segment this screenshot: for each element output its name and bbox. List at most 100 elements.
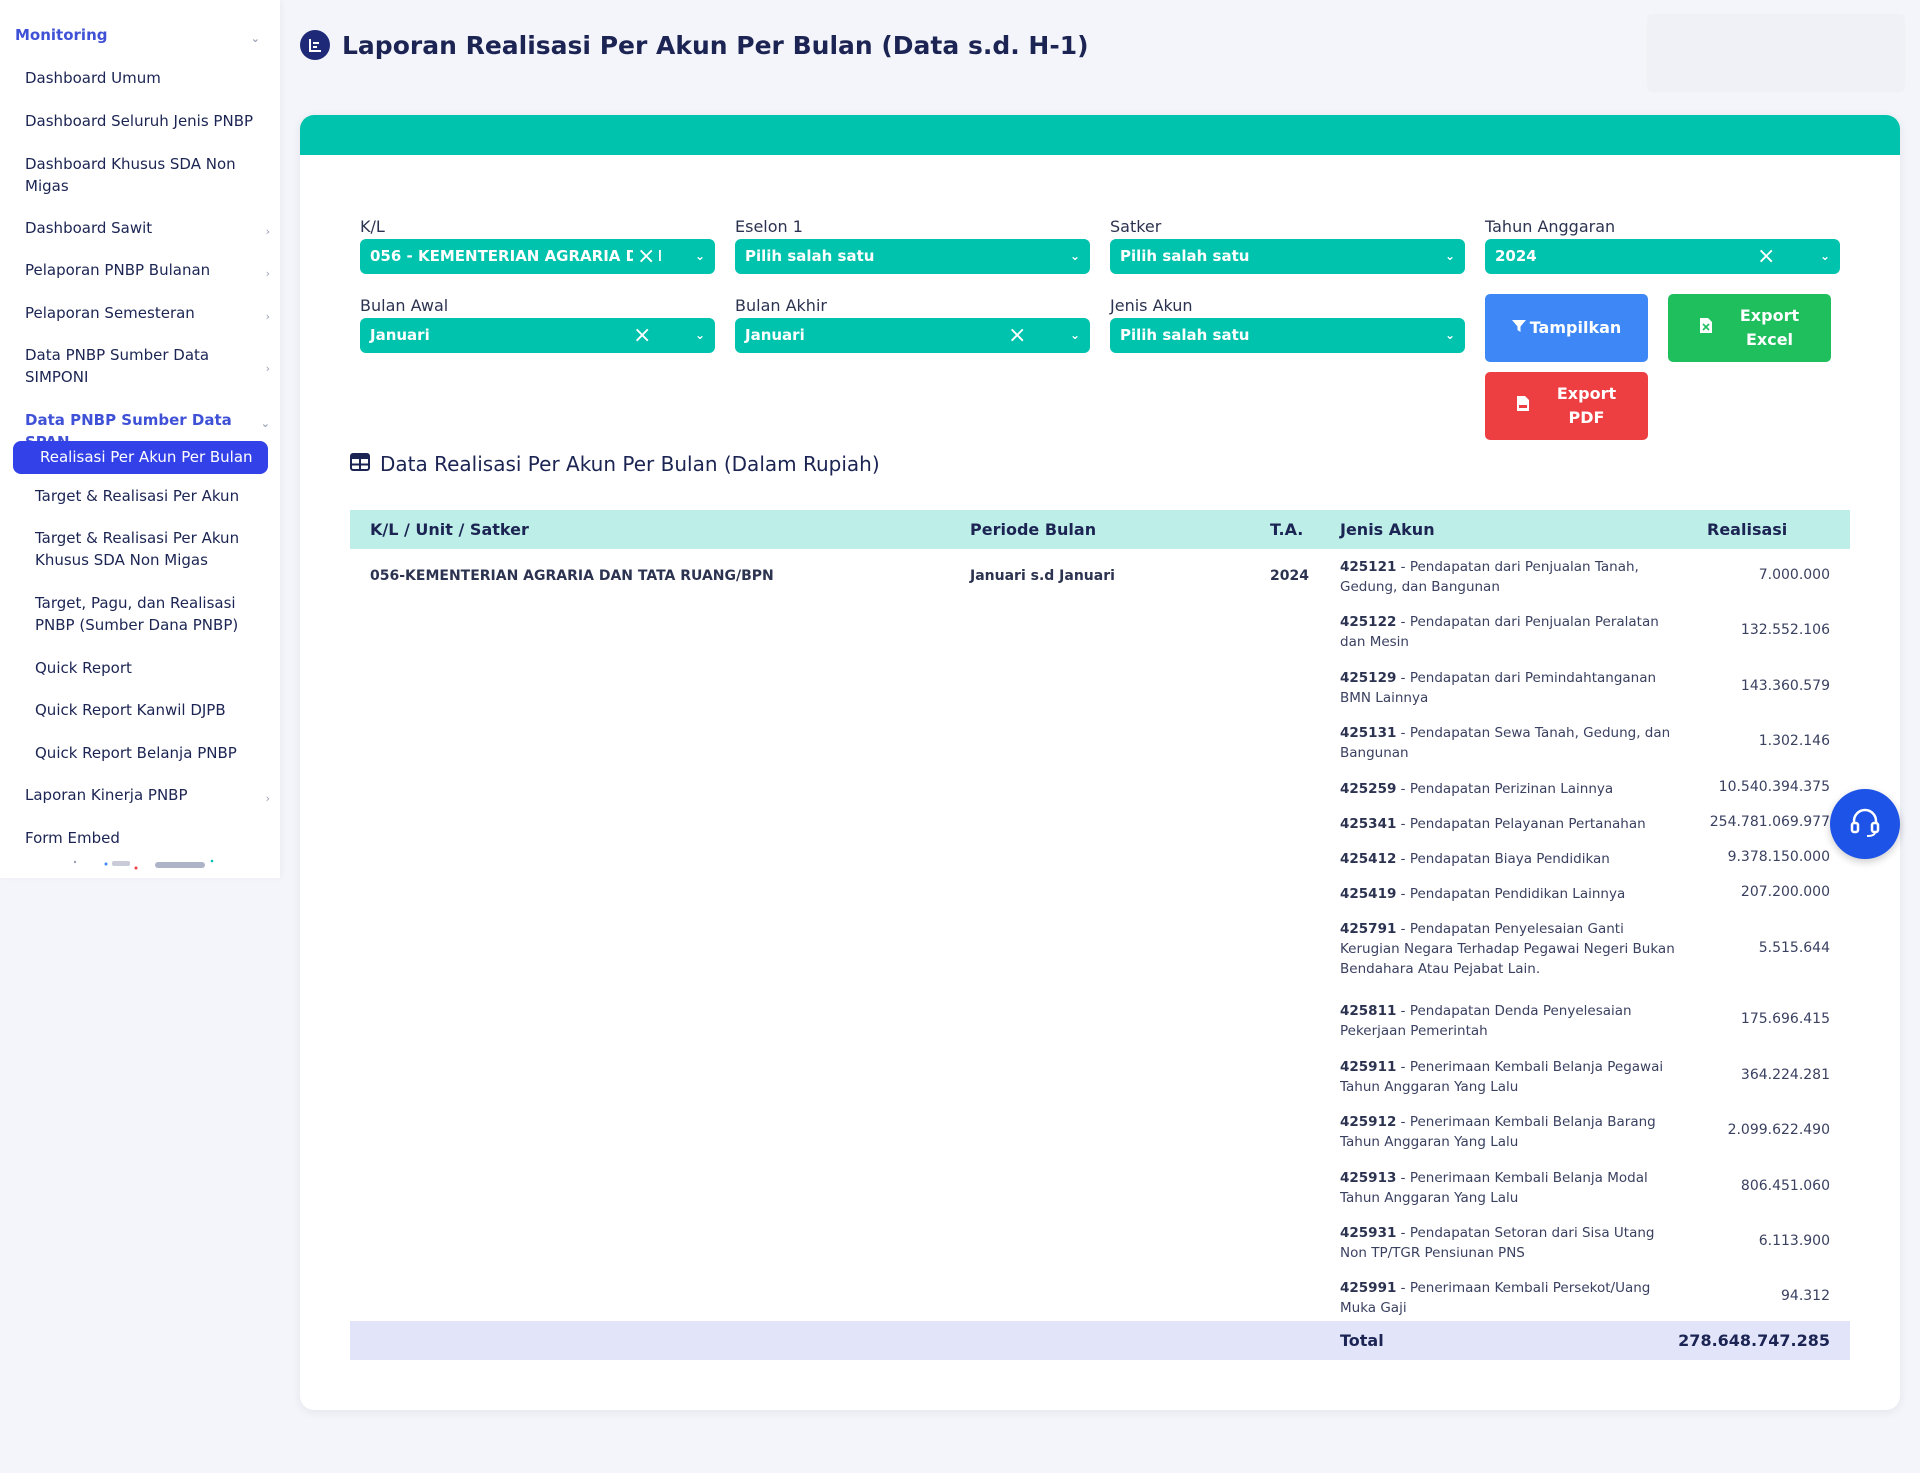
sidebar-item-dashboard-umum[interactable]: Dashboard Umum [25,67,270,89]
akun-code: 425931 [1340,1225,1397,1241]
sidebar-item-simponi[interactable]: Data PNBP Sumber Data SIMPONI › [25,344,270,388]
card-header-band [300,115,1900,155]
export-pdf-label: Export PDF [1556,384,1617,427]
akun-name: - Pendapatan Biaya Pendidikan [1396,851,1610,867]
cell-jenis-akun: 425791 - Pendapatan Penyelesaian Ganti K… [1340,919,1675,979]
cell-realisasi: 806.451.060 [1740,1178,1830,1194]
cell-realisasi: 207.200.000 [1740,884,1830,900]
sidebar-item-label: Quick Report Belanja PNBP [35,744,237,762]
export-pdf-button[interactable]: Export PDF [1485,372,1648,440]
chevron-right-icon: › [265,267,270,280]
chevron-down-icon: ⌄ [260,417,270,430]
report-icon [300,30,330,60]
akun-code: 425419 [1340,886,1397,902]
cell-ta: 2024 [1270,568,1309,584]
tampilkan-label: Tampilkan [1529,318,1622,337]
sidebar-subitem-quick-report[interactable]: Quick Report [35,657,270,679]
chevron-down-icon: ⌄ [250,32,260,45]
akun-code: 425131 [1340,725,1397,741]
tahun-select[interactable]: 2024 × ⌄ [1485,239,1840,274]
th-realisasi: Realisasi [1707,520,1788,539]
filter-icon [1511,316,1526,340]
decoration-illustration [73,859,214,870]
table-section-title: Data Realisasi Per Akun Per Bulan (Dalam… [350,452,880,476]
user-panel[interactable] [1648,14,1904,90]
akun-code: 425911 [1340,1059,1397,1075]
akun-name: - Pendapatan Perizinan Lainnya [1396,781,1614,797]
akun-name: - Pendapatan Pelayanan Pertanahan [1396,816,1646,832]
sidebar-item-label: Dashboard Khusus SDA Non Migas [25,155,236,195]
sidebar-item-label: Quick Report [35,659,132,677]
akun-code: 425913 [1340,1170,1397,1186]
cell-realisasi: 7.000.000 [1758,567,1830,583]
sidebar-item-label: Dashboard Sawit [25,219,153,237]
cell-realisasi: 175.696.415 [1740,1011,1830,1027]
sidebar-item-dashboard-sawit[interactable]: Dashboard Sawit › [25,217,270,239]
sidebar-item-pelaporan-semesteran[interactable]: Pelaporan Semesteran › [25,302,270,324]
akun-code: 425412 [1340,851,1397,867]
sidebar-subitem-quick-report-belanja[interactable]: Quick Report Belanja PNBP [35,742,270,764]
export-excel-button[interactable]: Export Excel [1668,294,1831,362]
cell-jenis-akun: 425811 - Pendapatan Denda Penyelesaian P… [1340,1001,1675,1041]
bulan-awal-select[interactable]: Januari × ⌄ [360,318,715,353]
cell-jenis-akun: 425912 - Penerimaan Kembali Belanja Bara… [1340,1112,1675,1152]
sidebar-subitem-target-sda[interactable]: Target & Realisasi Per Akun Khusus SDA N… [35,527,250,571]
jenis-akun-value: Pilih salah satu [1120,326,1250,344]
th-akun: Jenis Akun [1340,520,1435,539]
akun-code: 425122 [1340,614,1397,630]
chevron-down-icon: ⌄ [1069,249,1080,263]
pdf-icon [1516,394,1529,418]
cell-jenis-akun: 425129 - Pendapatan dari Pemindahtangana… [1340,668,1675,708]
close-icon[interactable]: × [633,318,651,353]
kl-label: K/L [360,217,385,236]
sidebar-item-laporan-kinerja[interactable]: Laporan Kinerja PNBP › [25,784,270,806]
close-icon[interactable]: × [1757,239,1775,274]
eselon-select[interactable]: Pilih salah satu ⌄ [735,239,1090,274]
support-button[interactable] [1830,789,1900,859]
cell-jenis-akun: 425259 - Pendapatan Perizinan Lainnya [1340,779,1675,799]
cell-realisasi: 364.224.281 [1740,1067,1830,1083]
sidebar-item-label: Target & Realisasi Per Akun Khusus SDA N… [35,529,240,569]
sidebar-item-label: Dashboard Seluruh Jenis PNBP [25,112,254,130]
chevron-right-icon: › [265,310,270,323]
sidebar-section-monitoring[interactable]: Monitoring ⌄ [15,24,260,46]
cell-jenis-akun: 425419 - Pendapatan Pendidikan Lainnya [1340,884,1675,904]
sidebar-item-form-embed[interactable]: Form Embed [25,827,270,849]
close-icon[interactable]: × [633,239,660,274]
tahun-value: 2024 [1495,247,1537,265]
sidebar-item-label: Realisasi Per Akun Per Bulan [40,448,253,466]
akun-code: 425341 [1340,816,1397,832]
close-icon[interactable]: × [1008,318,1026,353]
table-icon [350,452,370,476]
tampilkan-button[interactable]: Tampilkan [1485,294,1648,362]
sidebar-subitem-target-pagu[interactable]: Target, Pagu, dan Realisasi PNBP (Sumber… [35,592,270,636]
sidebar-item-dashboard-seluruh[interactable]: Dashboard Seluruh Jenis PNBP [25,110,270,132]
sidebar-subitem-realisasi-active[interactable]: Realisasi Per Akun Per Bulan [13,441,268,474]
cell-jenis-akun: 425913 - Penerimaan Kembali Belanja Moda… [1340,1168,1675,1208]
satker-label: Satker [1110,217,1162,236]
satker-select[interactable]: Pilih salah satu ⌄ [1110,239,1465,274]
cell-unit: 056-KEMENTERIAN AGRARIA DAN TATA RUANG/B… [370,568,774,584]
cell-jenis-akun: 425412 - Pendapatan Biaya Pendidikan [1340,849,1675,869]
jenis-akun-select[interactable]: Pilih salah satu ⌄ [1110,318,1465,353]
kl-select[interactable]: 056 - KEMENTERIAN AGRARIA DAN × ⌄ [360,239,715,274]
tahun-label: Tahun Anggaran [1485,217,1616,236]
cell-realisasi: 254.781.069.977 [1709,814,1830,830]
cell-jenis-akun: 425341 - Pendapatan Pelayanan Pertanahan [1340,814,1675,834]
sidebar-item-label: Target & Realisasi Per Akun [35,487,240,505]
sidebar-item-label: Laporan Kinerja PNBP [25,786,188,804]
table-title-text: Data Realisasi Per Akun Per Bulan (Dalam… [380,452,880,476]
cell-jenis-akun: 425131 - Pendapatan Sewa Tanah, Gedung, … [1340,723,1675,763]
sidebar-item-label: Dashboard Umum [25,69,161,87]
cell-realisasi: 143.360.579 [1740,678,1830,694]
cell-realisasi: 94.312 [1781,1288,1830,1304]
total-value: 278.648.747.285 [1678,1331,1830,1350]
sidebar-subitem-quick-report-kanwil[interactable]: Quick Report Kanwil DJPB [35,699,270,721]
satker-value: Pilih salah satu [1120,247,1250,265]
sidebar-subitem-target-realisasi[interactable]: Target & Realisasi Per Akun [35,485,270,507]
eselon-label: Eselon 1 [735,217,803,236]
bulan-akhir-select[interactable]: Januari × ⌄ [735,318,1090,353]
table-header [350,510,1850,549]
sidebar-item-pelaporan-bulanan[interactable]: Pelaporan PNBP Bulanan › [25,259,270,281]
sidebar-item-dashboard-khusus[interactable]: Dashboard Khusus SDA Non Migas [25,153,240,197]
